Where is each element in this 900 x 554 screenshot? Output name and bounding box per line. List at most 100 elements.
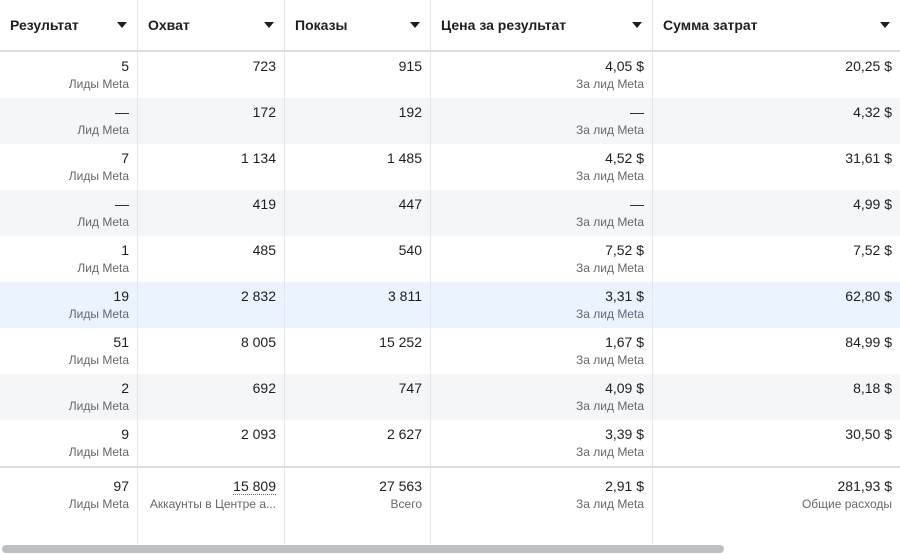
result-subtitle: Лиды Meta (68, 169, 129, 183)
cpr-subtitle: За лид Meta (576, 445, 644, 459)
cpr-value: 7,52 $ (605, 242, 644, 258)
impressions-cell: 3 811 (285, 282, 431, 328)
reach-cell: 485 (138, 236, 285, 282)
impressions-value: 2 627 (386, 426, 422, 442)
table-body: 5 Лиды Meta 723 915 4,05 $ За лид Meta 20,25 $… (0, 52, 900, 466)
cpr-subtitle: За лид Meta (576, 215, 644, 229)
chevron-down-icon[interactable] (632, 22, 642, 28)
cpr-cell: 4,05 $ За лид Meta (431, 52, 653, 98)
reach-cell: 1 134 (138, 144, 285, 190)
spend-cell: 7,52 $ (653, 236, 900, 282)
column-header-cost-per-result[interactable]: Цена за результат (431, 0, 653, 50)
column-header-label: Показы (295, 17, 348, 33)
reach-cell: 8 005 (138, 328, 285, 374)
spend-cell: 30,50 $ (653, 420, 900, 466)
cpr-value: 4,05 $ (605, 58, 644, 74)
table-row[interactable]: 9 Лиды Meta 2 093 2 627 3,39 $ За лид Meta 30,… (0, 420, 900, 466)
impressions-cell: 540 (285, 236, 431, 282)
result-cell: 5 Лиды Meta (0, 52, 138, 98)
spend-cell: 20,25 $ (653, 52, 900, 98)
horizontal-scrollbar[interactable] (0, 544, 900, 554)
reach-value: 172 (252, 104, 276, 120)
impressions-value: 3 811 (388, 288, 422, 304)
column-header-result[interactable]: Результат (0, 0, 138, 50)
spend-cell: 8,18 $ (653, 374, 900, 420)
reach-cell: 2 832 (138, 282, 285, 328)
chevron-down-icon[interactable] (410, 22, 420, 28)
reach-value: 8 005 (240, 334, 276, 350)
reach-value: 723 (252, 58, 276, 74)
result-cell: 7 Лиды Meta (0, 144, 138, 190)
totals-row: 97 Лиды Meta 15 809 Аккаунты в Центре а.… (0, 466, 900, 546)
impressions-value: 1 485 (386, 150, 422, 166)
table-row[interactable]: — Лид Meta 419 447 — За лид Meta 4,99 $ (0, 190, 900, 236)
total-result-value: 97 (113, 478, 129, 494)
chevron-down-icon[interactable] (264, 22, 274, 28)
table-row[interactable]: 2 Лиды Meta 692 747 4,09 $ За лид Meta 8,18 $ (0, 374, 900, 420)
result-subtitle: Лид Meta (77, 215, 129, 229)
column-header-label: Результат (10, 17, 79, 33)
spend-value: 31,61 $ (845, 150, 892, 166)
cpr-subtitle: За лид Meta (576, 353, 644, 367)
spend-value: 30,50 $ (845, 426, 892, 442)
impressions-cell: 192 (285, 98, 431, 144)
column-header-amount-spent[interactable]: Сумма затрат (653, 0, 900, 50)
cpr-cell: 7,52 $ За лид Meta (431, 236, 653, 282)
table-row[interactable]: — Лид Meta 172 192 — За лид Meta 4,32 $ (0, 98, 900, 144)
result-value: 51 (113, 334, 129, 350)
cpr-subtitle: За лид Meta (576, 399, 644, 413)
column-header-label: Охват (148, 17, 190, 33)
impressions-value: 15 252 (379, 334, 422, 350)
result-subtitle: Лид Meta (77, 123, 129, 137)
reach-cell: 2 093 (138, 420, 285, 466)
cpr-cell: 4,52 $ За лид Meta (431, 144, 653, 190)
impressions-cell: 447 (285, 190, 431, 236)
column-header-impressions[interactable]: Показы (285, 0, 431, 50)
table-row[interactable]: 5 Лиды Meta 723 915 4,05 $ За лид Meta 20,25 $ (0, 52, 900, 98)
result-subtitle: Лиды Meta (68, 307, 129, 321)
total-spend-subtitle: Общие расходы (801, 497, 892, 511)
table-row[interactable]: 19 Лиды Meta 2 832 3 811 3,31 $ За лид Meta 62… (0, 282, 900, 328)
result-cell: 51 Лиды Meta (0, 328, 138, 374)
result-cell: — Лид Meta (0, 98, 138, 144)
spend-value: 20,25 $ (845, 58, 892, 74)
cpr-value: 1,67 $ (605, 334, 644, 350)
total-result-cell: 97 Лиды Meta (0, 468, 138, 546)
result-value: 5 (121, 58, 129, 74)
total-reach-cell: 15 809 Аккаунты в Центре а... (138, 468, 285, 546)
result-subtitle: Лиды Meta (68, 445, 129, 459)
cpr-value: — (630, 104, 644, 120)
cpr-cell: — За лид Meta (431, 190, 653, 236)
reach-value: 485 (252, 242, 276, 258)
impressions-cell: 1 485 (285, 144, 431, 190)
total-impressions-subtitle: Всего (390, 497, 422, 511)
spend-cell: 31,61 $ (653, 144, 900, 190)
cpr-cell: — За лид Meta (431, 98, 653, 144)
chevron-down-icon[interactable] (880, 22, 890, 28)
spend-value: 8,18 $ (853, 380, 892, 396)
chevron-down-icon[interactable] (117, 22, 127, 28)
result-value: 7 (121, 150, 129, 166)
scrollbar-thumb[interactable] (2, 545, 724, 553)
cpr-cell: 3,31 $ За лид Meta (431, 282, 653, 328)
spend-value: 62,80 $ (845, 288, 892, 304)
result-value: 1 (121, 242, 129, 258)
reach-cell: 419 (138, 190, 285, 236)
spend-value: 4,32 $ (853, 104, 892, 120)
cpr-subtitle: За лид Meta (576, 261, 644, 275)
cpr-subtitle: За лид Meta (576, 123, 644, 137)
cpr-value: 4,09 $ (605, 380, 644, 396)
total-impressions-cell: 27 563 Всего (285, 468, 431, 546)
table-row[interactable]: 51 Лиды Meta 8 005 15 252 1,67 $ За лид Meta 8… (0, 328, 900, 374)
table-row[interactable]: 1 Лид Meta 485 540 7,52 $ За лид Meta 7,52 $ (0, 236, 900, 282)
column-header-reach[interactable]: Охват (138, 0, 285, 50)
cpr-cell: 4,09 $ За лид Meta (431, 374, 653, 420)
total-reach-value[interactable]: 15 809 (233, 478, 276, 495)
impressions-value: 540 (398, 242, 422, 258)
spend-cell: 62,80 $ (653, 282, 900, 328)
table-row[interactable]: 7 Лиды Meta 1 134 1 485 4,52 $ За лид Meta 31,… (0, 144, 900, 190)
result-cell: — Лид Meta (0, 190, 138, 236)
result-value: 2 (121, 380, 129, 396)
total-spend-value: 281,93 $ (837, 478, 893, 494)
result-cell: 19 Лиды Meta (0, 282, 138, 328)
